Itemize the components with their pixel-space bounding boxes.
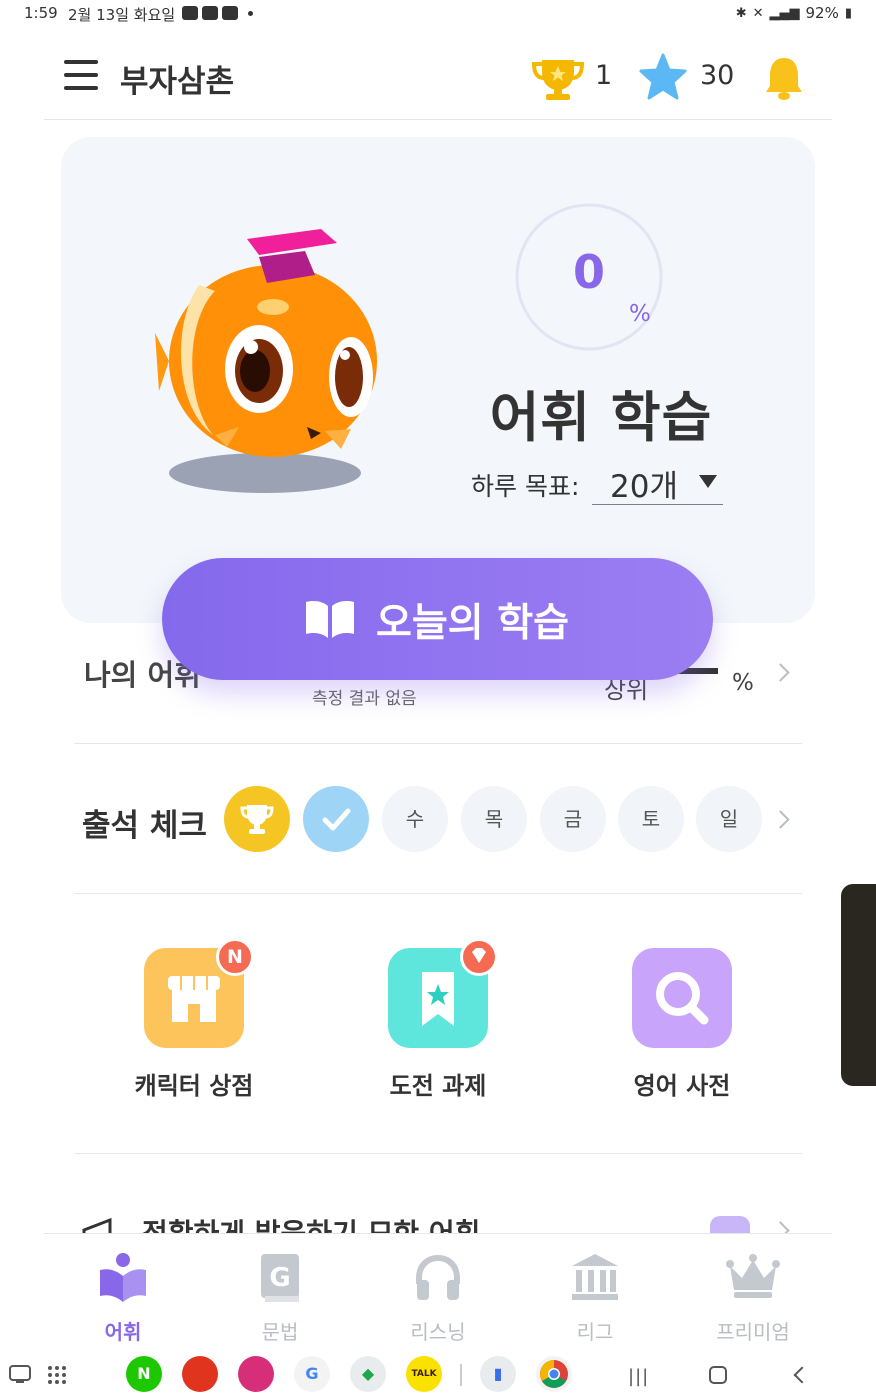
evernote-app-icon[interactable]: ◆ <box>350 1356 386 1392</box>
page-title: 부자삼촌 <box>120 64 235 100</box>
naver-app-icon[interactable]: N <box>126 1356 162 1392</box>
status-time: 1:59 <box>24 4 58 22</box>
menu-icon[interactable] <box>64 60 98 90</box>
vocab-book-icon <box>100 1253 146 1302</box>
attendance-day: 금 <box>540 786 606 852</box>
attendance-check: 출석 체크 수 목 금 토 일 <box>74 744 802 894</box>
voice-recorder-app-icon[interactable]: ▮ <box>480 1356 516 1392</box>
nav-tab-listening[interactable]: 리스닝 <box>378 1250 498 1345</box>
google-app-icon[interactable]: G <box>294 1356 330 1392</box>
gem-badge-icon <box>460 938 498 976</box>
chevron-right-icon[interactable] <box>771 810 790 829</box>
crown-icon <box>726 1254 780 1298</box>
attendance-day: 일 <box>696 786 762 852</box>
trophy-count: 1 <box>595 60 613 91</box>
nav-label: 문법 <box>261 1320 299 1344</box>
daily-goal-value: 20개 <box>610 469 678 505</box>
app-drawer-icon[interactable] <box>46 1364 68 1386</box>
shortcut-grid: N 캐릭터 상점 도전 과제 영어 사전 <box>74 894 802 1154</box>
fish-mascot-icon <box>155 229 377 493</box>
nav-label: 어휘 <box>104 1320 142 1344</box>
headphones-icon <box>416 1254 460 1300</box>
my-vocab-subtitle: 측정 결과 없음 <box>312 689 417 709</box>
kakao-talk-app-icon[interactable]: TALK <box>406 1356 442 1392</box>
nav-tab-grammar[interactable]: G 문법 <box>220 1250 340 1345</box>
nav-label: 프리미엄 <box>716 1320 790 1344</box>
attendance-day-trophy <box>224 786 290 852</box>
battery-icon: ▮ <box>844 5 852 21</box>
system-status: ✱ ✕ ▂▄▆ 92% ▮ <box>736 4 852 22</box>
blog-notification-icon <box>202 6 218 20</box>
attendance-day: 토 <box>618 786 684 852</box>
nav-tab-premium[interactable]: 프리미엄 <box>693 1250 813 1345</box>
gallery-notification-icon <box>182 6 198 20</box>
rank-unit: % <box>732 670 754 696</box>
status-date: 2월 13일 화요일 <box>68 6 176 24</box>
section-title: 정확하게 발음하기 모한 어휘 <box>142 1217 481 1234</box>
vocab-study-card: 0 % 어휘 학습 하루 목표: 20개 <box>61 137 815 623</box>
today-study-label: 오늘의 학습 <box>376 601 569 646</box>
daily-goal-label: 하루 목표: <box>471 472 580 501</box>
status-bar: 1:59 2월 13일 화요일 ✱ ✕ ▂▄▆ 92% ▮ <box>0 0 876 28</box>
notification-icons <box>182 6 253 20</box>
search-icon <box>632 948 732 1048</box>
nav-tab-vocab[interactable]: 어휘 <box>63 1250 183 1345</box>
card-title: 어휘 학습 <box>489 386 713 449</box>
nav-label: 리그 <box>576 1320 614 1344</box>
bottom-navigation: 어휘 G 문법 리스닝 리그 프리미엄 <box>44 1233 832 1351</box>
book-icon <box>306 601 354 638</box>
system-navigation-bar: N G ◆ TALK ▮ ||| <box>0 1354 876 1400</box>
mute-icon: ✕ <box>752 5 764 21</box>
nav-label: 리스닝 <box>410 1320 466 1344</box>
trophy-icon[interactable] <box>530 54 586 102</box>
svg-text:G: G <box>269 1263 290 1293</box>
battery-percent: 92% <box>805 4 839 22</box>
attendance-day: 목 <box>461 786 527 852</box>
bank-building-icon <box>572 1254 618 1300</box>
back-button[interactable] <box>793 1366 811 1384</box>
star-count: 30 <box>700 60 735 91</box>
chevron-right-icon <box>771 663 790 682</box>
check-icon <box>322 808 351 831</box>
chrome-app-icon[interactable] <box>536 1356 572 1392</box>
recent-apps-panel-icon[interactable] <box>8 1362 32 1386</box>
star-icon[interactable] <box>638 52 688 102</box>
signal-icon: ▂▄▆ <box>769 5 800 21</box>
app-header: 부자삼촌 1 30 <box>44 40 832 120</box>
daily-goal-select[interactable]: 20개 <box>592 455 723 505</box>
challenge-label: 도전 과제 <box>389 1072 487 1100</box>
nav-tab-league[interactable]: 리그 <box>535 1250 655 1345</box>
attendance-title: 출석 체크 <box>82 808 207 844</box>
recents-button[interactable]: ||| <box>628 1366 649 1387</box>
new-badge: N <box>216 938 254 976</box>
english-dictionary-label: 영어 사전 <box>633 1072 731 1100</box>
attendance-day: 수 <box>382 786 448 852</box>
character-shop-label: 캐릭터 상점 <box>134 1072 254 1100</box>
message-notification-icon <box>222 6 238 20</box>
trophy-icon <box>240 805 274 834</box>
notes-app-icon[interactable] <box>182 1356 218 1392</box>
grammar-g-icon: G <box>261 1254 299 1302</box>
more-notifications-icon <box>248 11 253 16</box>
bluetooth-icon: ✱ <box>735 5 747 21</box>
megaphone-icon <box>82 1217 112 1234</box>
flower-app-icon[interactable] <box>238 1356 274 1392</box>
home-button[interactable] <box>709 1366 727 1384</box>
attendance-day-checked <box>303 786 369 852</box>
today-study-button[interactable]: 오늘의 학습 <box>162 558 713 680</box>
pronunciation-section-row[interactable]: 정확하게 발음하기 모한 어휘 <box>74 1200 802 1234</box>
progress-unit: % <box>629 301 651 327</box>
bell-icon[interactable] <box>762 54 806 102</box>
dock-divider <box>460 1364 462 1386</box>
dropdown-arrow-icon <box>699 475 717 488</box>
edge-panel-handle[interactable] <box>841 884 876 1086</box>
section-badge <box>710 1216 750 1234</box>
progress-value: 0 <box>572 245 605 299</box>
